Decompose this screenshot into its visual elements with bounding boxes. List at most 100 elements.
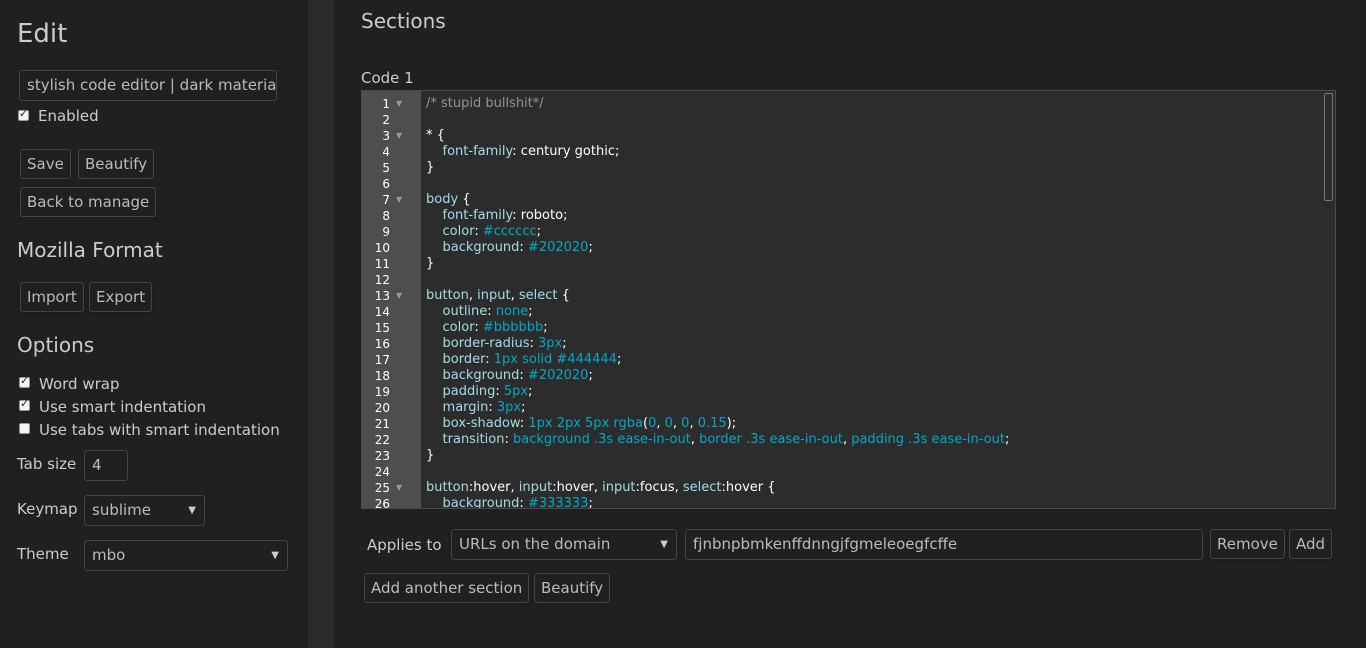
applies-type-select[interactable]: URLs on the domain ▼ [451,529,677,560]
code-text: background: #202020; [426,240,593,256]
code-token-value: 1px 2px 5px rgba [528,416,643,431]
code-token-plain: ; [588,368,593,383]
code-line[interactable]: 17 border: 1px solid #444444; [362,352,1335,368]
code-token-plain: : [504,432,513,447]
code-token-comment: /* stupid bullshit*/ [426,96,544,111]
code-token-plain: ; [536,224,542,239]
code-line[interactable]: 25 ▼ button:hover, input:hover, input:focu… [362,480,1335,496]
line-number: 15 [374,321,390,335]
code-token-plain: : [519,240,528,255]
code-token-value: background .3s ease-in-out [512,432,691,447]
line-number: 19 [374,385,390,399]
code-line[interactable]: 9 color: #cccccc; [362,224,1335,240]
save-button[interactable]: Save [20,149,71,179]
code-line[interactable]: 7 ▼ body { [362,192,1335,208]
export-button[interactable]: Export [89,282,153,312]
code-line[interactable]: 12 [362,272,1335,288]
code-text: /* stupid bullshit*/ [426,96,544,112]
beautify-section-button[interactable]: Beautify [534,573,611,603]
fold-arrow-icon[interactable]: ▼ [396,480,402,496]
code-token-plain: : [485,352,494,367]
theme-select[interactable]: mbo ▼ [84,540,288,571]
code-line[interactable]: 21 box-shadow: 1px 2px 5px rgba(0, 0, 0,… [362,416,1335,432]
code-token-value: #333333 [527,496,589,509]
code-token-selector: body [426,192,459,207]
code-line[interactable]: 10 background: #202020; [362,240,1335,256]
code-line[interactable]: 16 border-radius: 3px; [362,336,1335,352]
code-token-value: 3px [538,336,563,351]
code-token-plain: ; [528,384,533,399]
back-to-manage-button[interactable]: Back to manage [20,187,157,217]
code-line[interactable]: 2 [362,112,1335,128]
code-token-value: 1px solid #444444 [493,352,617,367]
code-token-value: none [495,304,529,319]
fold-arrow-icon[interactable]: ▼ [396,128,402,144]
code-token-selector: button [426,288,469,303]
code-token-value: 5px [503,384,529,399]
code-line[interactable]: 6 [362,176,1335,192]
code-token-property: border [442,352,486,367]
fold-arrow-icon[interactable]: ▼ [396,192,402,208]
code-token-plain: ; [616,352,622,367]
fold-arrow-icon[interactable]: ▼ [396,288,402,304]
code-token-plain: :hover, [552,480,603,495]
code-line[interactable]: 11} [362,256,1335,272]
code-line[interactable]: 1 ▼ /* stupid bullshit*/ [362,96,1335,112]
code-line[interactable]: 18 background: #202020; [362,368,1335,384]
code-token-property: font-family [442,144,513,159]
smart-indentation-checkbox[interactable] [19,397,30,411]
code-line[interactable]: 15 color: #bbbbbb; [362,320,1335,336]
code-token-selector: input [477,288,511,303]
code-line[interactable]: 22 transition: background .3s ease-in-ou… [362,432,1335,448]
code-line[interactable]: 20 margin: 3px; [362,400,1335,416]
code-text: border-radius: 3px; [426,336,567,352]
tab-size-input[interactable]: 4 [84,450,128,481]
code-line[interactable]: 24 [362,464,1335,480]
code-line[interactable]: 13 ▼ button, input, select { [362,288,1335,304]
add-button[interactable]: Add [1289,529,1333,559]
line-number: 3 [382,129,390,143]
remove-button[interactable]: Remove [1210,529,1285,559]
code-token-property: background [442,240,520,255]
beautify-button[interactable]: Beautify [78,149,155,179]
code-token-plain: , [468,288,478,303]
line-number: 14 [374,305,390,319]
code-text: button, input, select { [426,288,570,304]
code-token-plain: , [842,432,852,447]
tabs-smart-indentation-checkbox[interactable] [19,423,30,434]
code-line[interactable]: 14 outline: none; [362,304,1335,320]
line-number: 8 [382,209,390,223]
code-token-plain: : [495,384,504,399]
enabled-checkbox[interactable] [18,107,29,121]
code-line[interactable]: 5} [362,160,1335,176]
line-number: 21 [374,417,390,431]
code-token-plain: , [690,432,700,447]
keymap-select[interactable]: sublime ▼ [84,495,205,526]
style-name-input[interactable]: stylish code editor | dark material [19,70,277,101]
code-line[interactable]: 8 font-family: roboto; [362,208,1335,224]
add-another-section-button[interactable]: Add another section [364,573,530,603]
fold-arrow-icon[interactable]: ▼ [396,96,402,112]
import-button[interactable]: Import [20,282,84,312]
line-number: 26 [374,497,390,509]
code-line[interactable]: 23} [362,448,1335,464]
line-number: 2 [382,113,390,127]
code-label: Code 1 [361,69,414,87]
code-line[interactable]: 19 padding: 5px; [362,384,1335,400]
code-editor[interactable]: 1 ▼/* stupid bullshit*/2 3 ▼ * {4 font-famil… [361,90,1336,509]
chevron-down-icon: ▼ [188,505,196,516]
code-text: body { [426,192,471,208]
editor-scrollbar[interactable] [1324,93,1333,201]
code-text: border: 1px solid #444444; [426,352,622,368]
code-lines[interactable]: 1 ▼/* stupid bullshit*/2 3 ▼ * {4 font-famil… [362,96,1335,509]
code-line[interactable]: 4 font-family: century gothic; [362,144,1335,160]
code-line[interactable]: 3 ▼ * { [362,128,1335,144]
theme-value: mbo [92,546,126,564]
code-line[interactable]: 26 background: #333333; [362,496,1335,509]
word-wrap-checkbox[interactable] [19,374,30,388]
code-text: button:hover, input:hover, input:focus, … [426,480,776,496]
applies-value-input[interactable]: fjnbnpbmkenffdnngjfgmeleoegfcffe [685,529,1203,560]
